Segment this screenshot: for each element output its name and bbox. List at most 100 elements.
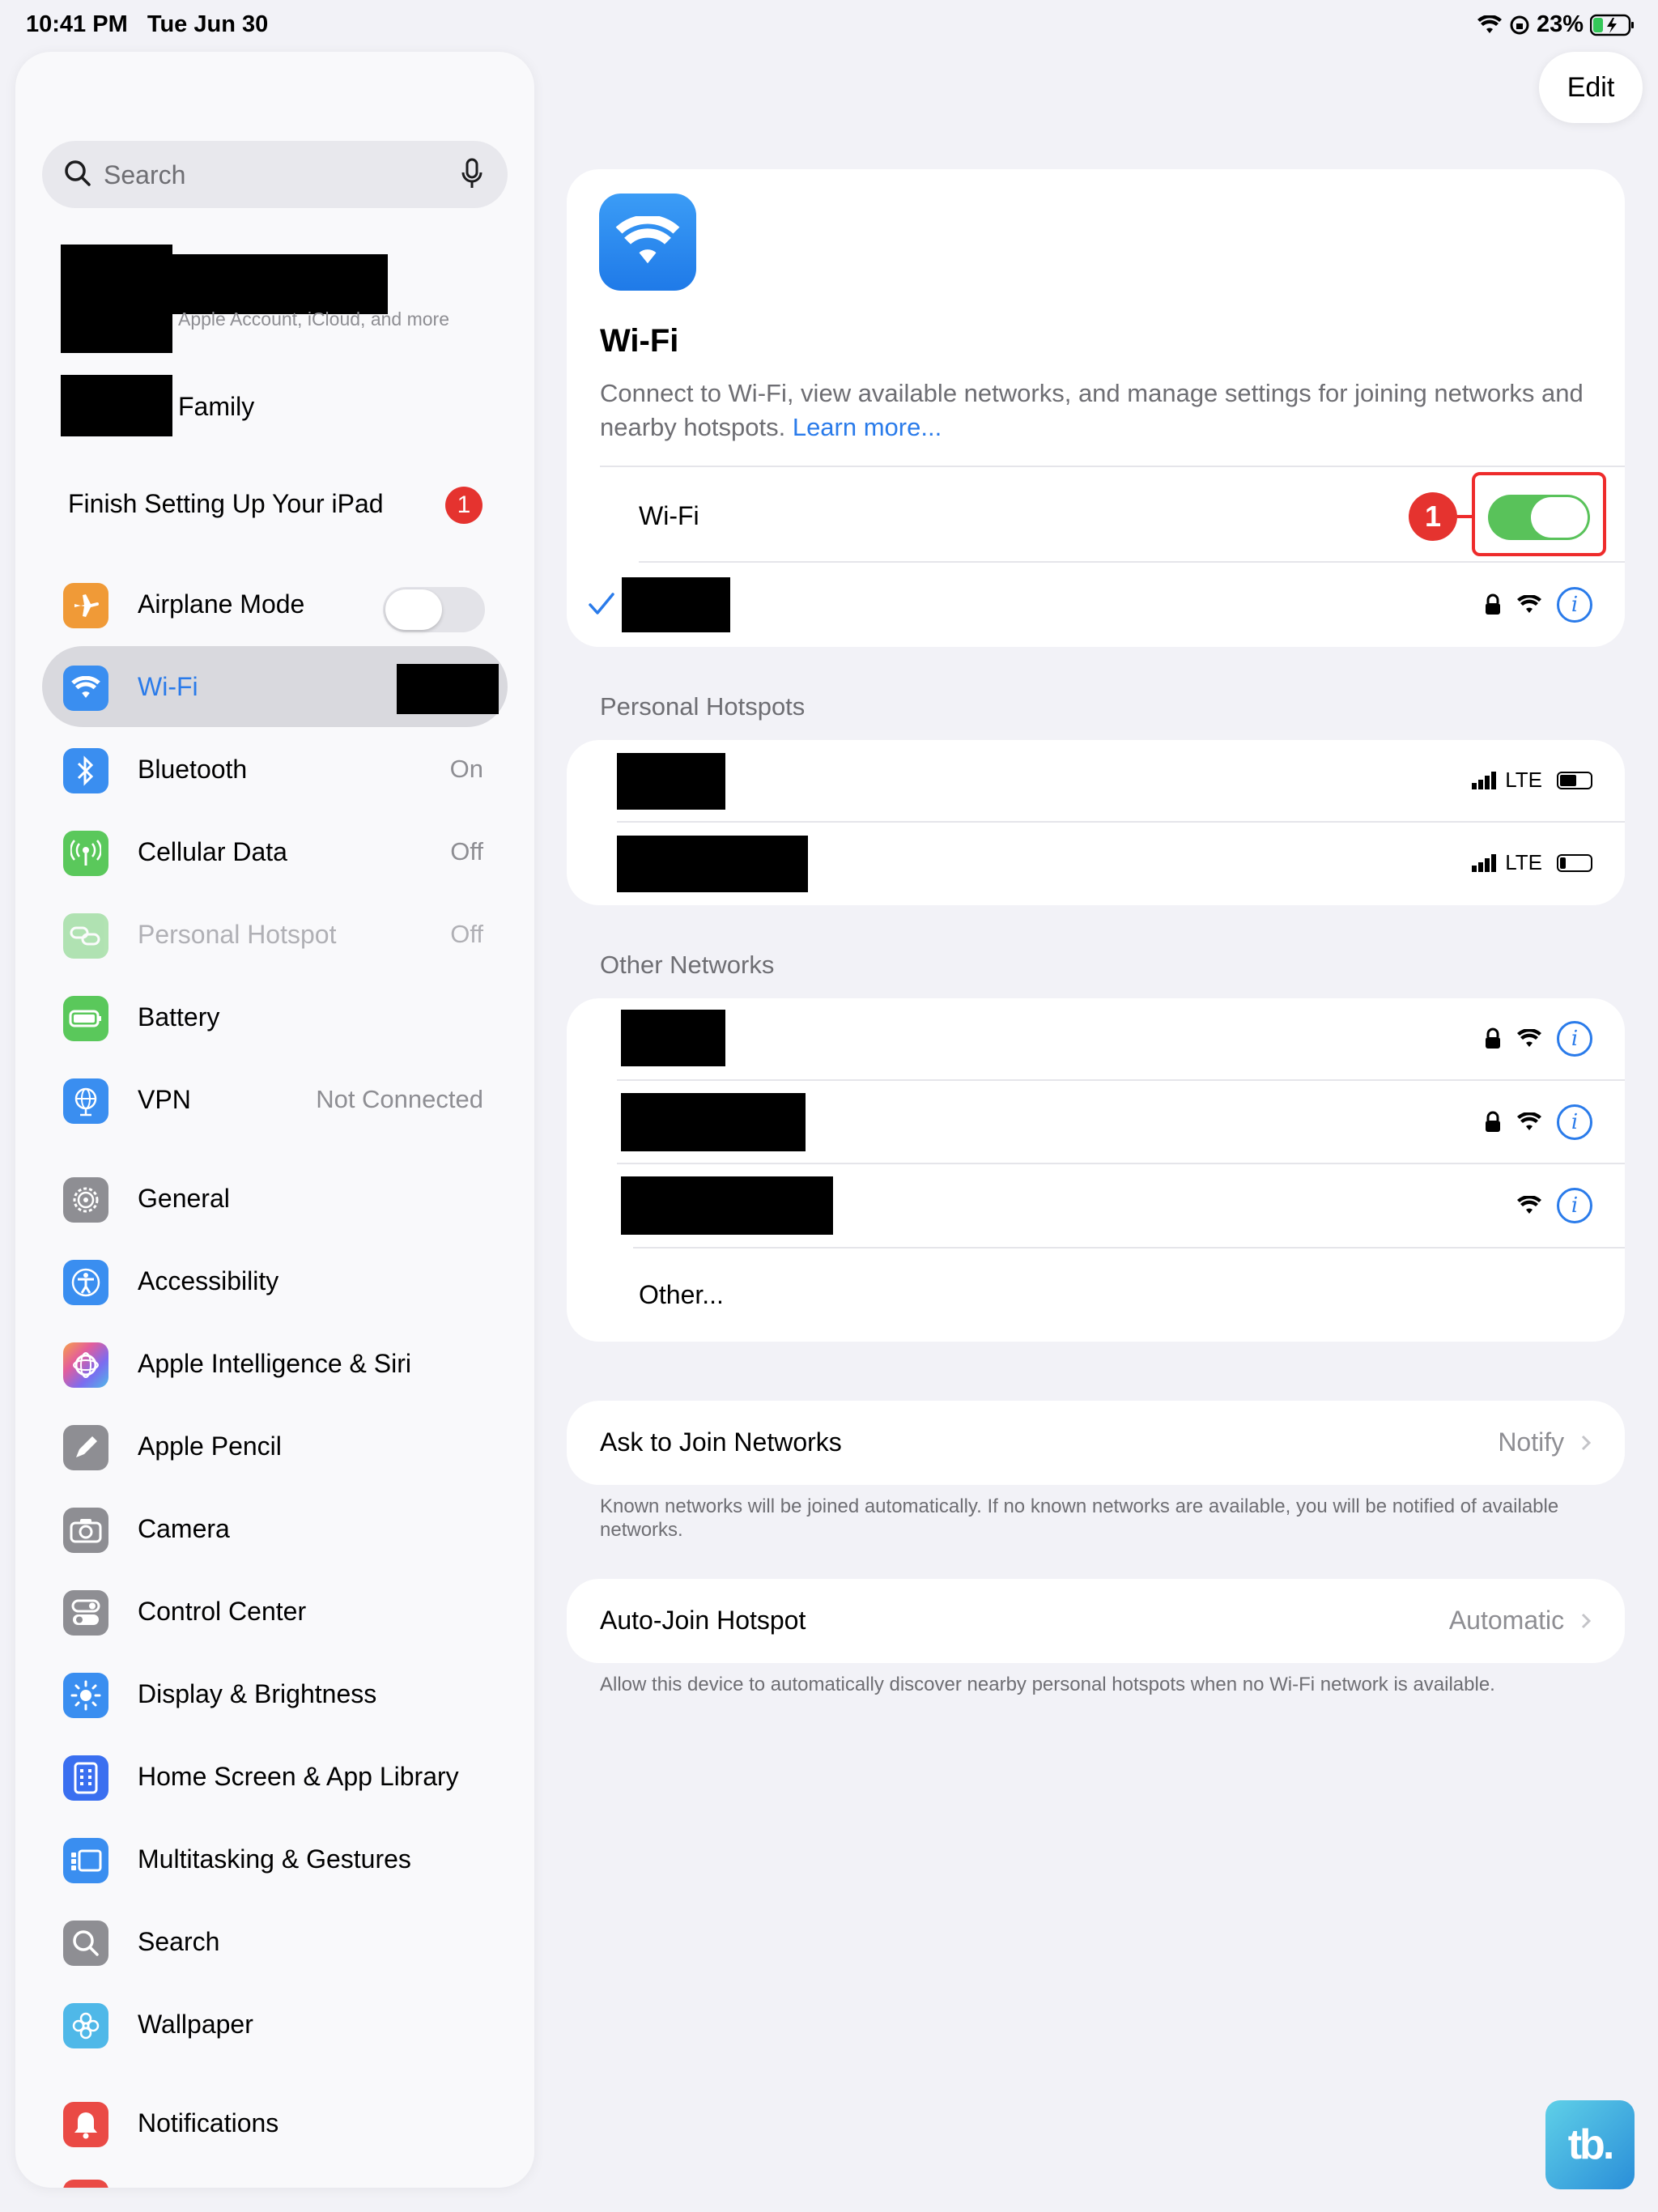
hotspot-battery-icon bbox=[1557, 771, 1592, 789]
sidebar-item-multitasking[interactable]: Multitasking & Gestures bbox=[42, 1819, 508, 1899]
sidebar-item-label: Personal Hotspot bbox=[138, 920, 337, 949]
sidebar-item-label: Control Center bbox=[138, 1597, 307, 1626]
network-row[interactable]: i bbox=[567, 1082, 1625, 1163]
sidebar-item-accessibility[interactable]: Accessibility bbox=[42, 1240, 508, 1321]
sidebar-item-apple-intelligence-siri[interactable]: Apple Intelligence & Siri bbox=[42, 1323, 508, 1404]
sidebar-item-personal-hotspot[interactable]: Personal Hotspot Off bbox=[42, 894, 508, 975]
family-label[interactable]: Family bbox=[178, 392, 254, 422]
divider bbox=[633, 1247, 1625, 1249]
sidebar-item-airplane-mode[interactable]: Airplane Mode bbox=[42, 564, 508, 644]
airplane-mode-toggle[interactable] bbox=[383, 587, 485, 632]
partial-next-item-icon bbox=[63, 2180, 108, 2188]
airplane-icon bbox=[63, 583, 108, 628]
connected-network-row[interactable]: i bbox=[567, 566, 1625, 647]
multitask-icon bbox=[63, 1838, 108, 1883]
sidebar-item-camera[interactable]: Camera bbox=[42, 1488, 508, 1569]
wifi-status-icon bbox=[1477, 15, 1502, 33]
camera-icon bbox=[63, 1508, 108, 1553]
sidebar-item-label: Apple Intelligence & Siri bbox=[138, 1349, 411, 1378]
hotspot-row[interactable]: LTE bbox=[567, 740, 1625, 821]
info-icon[interactable]: i bbox=[1557, 1104, 1592, 1140]
hotspot-row[interactable]: LTE bbox=[567, 823, 1625, 904]
learn-more-link[interactable]: Learn more... bbox=[793, 413, 942, 441]
lock-icon bbox=[1486, 593, 1500, 615]
sidebar-item-home-screen[interactable]: Home Screen & App Library bbox=[42, 1736, 508, 1817]
network-name-redacted bbox=[621, 1176, 833, 1235]
info-icon[interactable]: i bbox=[1557, 1021, 1592, 1057]
siri-icon bbox=[63, 1342, 108, 1388]
sidebar-item-label: Camera bbox=[138, 1514, 230, 1543]
wifi-description: Connect to Wi-Fi, view available network… bbox=[600, 379, 1584, 441]
battery-percent: 23% bbox=[1536, 11, 1584, 37]
status-right: 23% bbox=[1477, 11, 1635, 38]
divider bbox=[639, 561, 1625, 563]
sidebar-item-notifications[interactable]: Notifications bbox=[42, 2082, 508, 2163]
divider bbox=[617, 1079, 1625, 1081]
battery-icon bbox=[63, 996, 108, 1041]
search-field[interactable]: Search bbox=[42, 141, 508, 208]
network-row[interactable]: i bbox=[567, 1165, 1625, 1246]
tb-watermark-logo: tb. bbox=[1545, 2100, 1635, 2189]
sidebar-item-wallpaper[interactable]: Wallpaper bbox=[42, 1984, 508, 2065]
gear-icon bbox=[63, 1177, 108, 1223]
edit-button[interactable]: Edit bbox=[1539, 52, 1643, 123]
other-networks-card: i i i Other... bbox=[567, 998, 1625, 1342]
sidebar-item-display-brightness[interactable]: Display & Brightness bbox=[42, 1653, 508, 1734]
other-network-button[interactable]: Other... bbox=[639, 1280, 724, 1310]
ask-to-join-row[interactable]: Ask to Join Networks Notify bbox=[567, 1401, 1625, 1485]
sidebar-item-label: Wi-Fi bbox=[138, 672, 198, 701]
bluetooth-icon bbox=[63, 748, 108, 793]
sidebar-item-vpn[interactable]: VPN Not Connected bbox=[42, 1059, 508, 1140]
sidebar-item-apple-pencil[interactable]: Apple Pencil bbox=[42, 1406, 508, 1487]
network-row[interactable]: i bbox=[567, 998, 1625, 1079]
sidebar-item-value: On bbox=[449, 755, 483, 783]
account-subtitle: Apple Account, iCloud, and more bbox=[178, 308, 449, 330]
status-bar: 10:41 PM Tue Jun 30 23% bbox=[0, 0, 1658, 52]
microphone-icon[interactable] bbox=[461, 158, 483, 190]
accessibility-icon bbox=[63, 1260, 108, 1305]
wifi-signal-icon bbox=[1517, 1029, 1541, 1047]
sidebar-item-label: Accessibility bbox=[138, 1266, 279, 1295]
sidebar: Search Apple Account, iCloud, and more F… bbox=[15, 52, 534, 2188]
annotation-highlight-box bbox=[1472, 472, 1606, 556]
account-name-redacted[interactable] bbox=[169, 254, 388, 314]
switches-icon bbox=[63, 1590, 108, 1636]
sidebar-item-bluetooth[interactable]: Bluetooth On bbox=[42, 729, 508, 810]
sidebar-item-wifi[interactable]: Wi-Fi bbox=[42, 646, 508, 727]
auto-join-note: Allow this device to automatically disco… bbox=[600, 1674, 1495, 1695]
sidebar-item-label: Apple Pencil bbox=[138, 1431, 282, 1461]
network-name-redacted bbox=[621, 1010, 725, 1066]
orientation-lock-icon bbox=[1510, 15, 1529, 34]
sidebar-item-value: Off bbox=[450, 837, 483, 866]
personal-hotspots-card: LTE LTE bbox=[567, 740, 1625, 905]
personal-hotspots-header: Personal Hotspots bbox=[600, 692, 806, 721]
sidebar-item-value: Not Connected bbox=[316, 1085, 483, 1113]
sidebar-item-general[interactable]: General bbox=[42, 1158, 508, 1239]
finish-setup-label[interactable]: Finish Setting Up Your iPad bbox=[68, 489, 384, 519]
sidebar-item-control-center[interactable]: Control Center bbox=[42, 1571, 508, 1652]
sidebar-item-label: Search bbox=[138, 1927, 220, 1956]
connected-network-redacted bbox=[397, 664, 499, 714]
wifi-icon bbox=[63, 666, 108, 711]
signal-bars-icon bbox=[1472, 853, 1497, 872]
sidebar-item-label: VPN bbox=[138, 1085, 191, 1114]
info-icon[interactable]: i bbox=[1557, 587, 1592, 623]
divider bbox=[617, 1163, 1625, 1164]
divider bbox=[600, 466, 1625, 467]
sidebar-item-battery[interactable]: Battery bbox=[42, 976, 508, 1057]
sidebar-item-cellular-data[interactable]: Cellular Data Off bbox=[42, 811, 508, 892]
sidebar-item-search[interactable]: Search bbox=[42, 1901, 508, 1982]
sun-icon bbox=[63, 1673, 108, 1718]
sidebar-item-label: Notifications bbox=[138, 2108, 279, 2138]
info-icon[interactable]: i bbox=[1557, 1188, 1592, 1223]
account-avatar-redacted[interactable] bbox=[61, 245, 172, 353]
family-avatar-redacted[interactable] bbox=[61, 375, 172, 436]
sidebar-item-label: General bbox=[138, 1184, 230, 1213]
auto-join-hotspot-row[interactable]: Auto-Join Hotspot Automatic bbox=[567, 1579, 1625, 1663]
annotation-connector bbox=[1457, 515, 1472, 518]
search-icon bbox=[63, 1921, 108, 1966]
cellular-signal: LTE bbox=[1471, 850, 1542, 875]
ask-to-join-note: Known networks will be joined automatica… bbox=[600, 1495, 1559, 1541]
wifi-signal-icon bbox=[1517, 1196, 1541, 1214]
ask-to-join-label: Ask to Join Networks bbox=[600, 1427, 842, 1457]
